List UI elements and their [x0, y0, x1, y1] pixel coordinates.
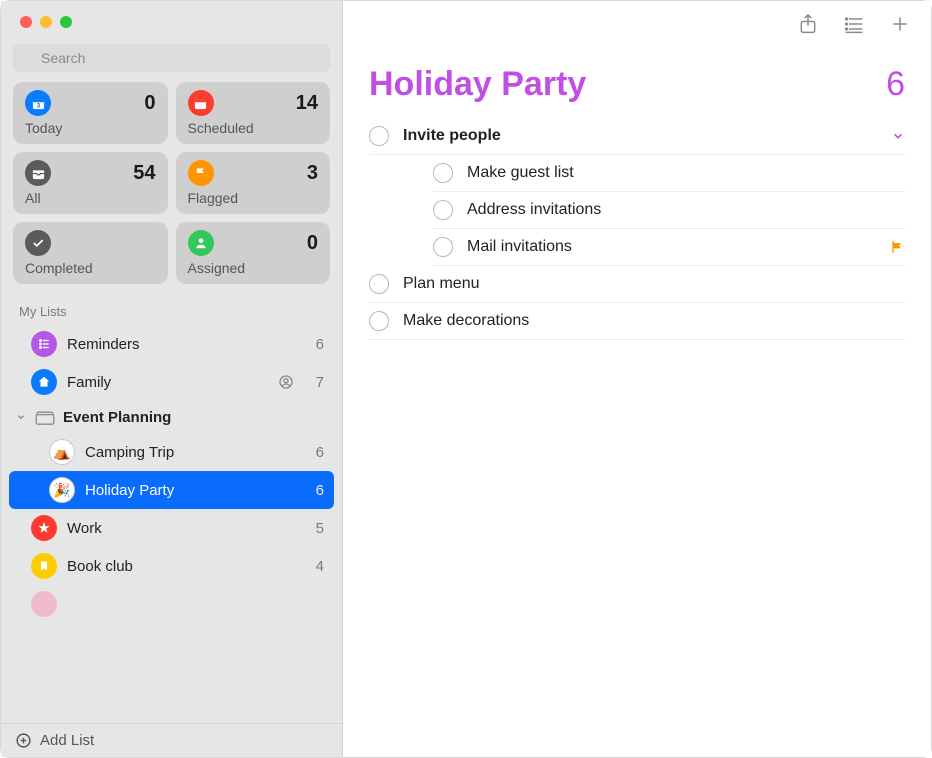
- sidebar: 3 0 Today 14 Scheduled: [1, 1, 343, 757]
- reminder-item[interactable]: Make decorations: [369, 303, 905, 340]
- completion-radio[interactable]: [433, 200, 453, 220]
- reminder-title: Plan menu: [403, 275, 905, 293]
- calendar-icon: [188, 90, 214, 116]
- reminder-subitem[interactable]: Mail invitations: [433, 229, 905, 266]
- smart-count: 3: [307, 162, 318, 185]
- list-count: 6: [308, 482, 324, 499]
- smart-count: 54: [133, 162, 155, 185]
- tent-emoji-icon: ⛺: [49, 439, 75, 465]
- reminder-title: Address invitations: [467, 201, 905, 219]
- completion-radio[interactable]: [433, 237, 453, 257]
- reminder-subitem[interactable]: Address invitations: [433, 192, 905, 229]
- reminder-title: Invite people: [403, 127, 877, 145]
- house-icon: [31, 369, 57, 395]
- completion-radio[interactable]: [369, 274, 389, 294]
- list-icon: [31, 591, 57, 617]
- flag-icon: [889, 239, 905, 255]
- person-icon: [188, 230, 214, 256]
- add-list-label: Add List: [40, 732, 94, 749]
- minimize-window-button[interactable]: [40, 16, 52, 28]
- list-book-club[interactable]: Book club 4: [9, 547, 334, 585]
- bookmark-icon: [31, 553, 57, 579]
- smart-list-today[interactable]: 3 0 Today: [13, 82, 168, 144]
- list-count: 4: [308, 558, 324, 575]
- smart-label: Today: [25, 120, 156, 136]
- smart-list-scheduled[interactable]: 14 Scheduled: [176, 82, 331, 144]
- list-count: 6: [308, 444, 324, 461]
- smart-label: Scheduled: [188, 120, 319, 136]
- list-count: 7: [308, 374, 324, 391]
- list-count: 6: [308, 336, 324, 353]
- smart-label: Completed: [25, 260, 156, 276]
- reminder-item[interactable]: Invite people: [369, 118, 905, 155]
- list-bullet-icon: [31, 331, 57, 357]
- chevron-down-icon[interactable]: [891, 129, 905, 143]
- party-emoji-icon: 🎉: [49, 477, 75, 503]
- smart-list-all[interactable]: 54 All: [13, 152, 168, 214]
- completion-radio[interactable]: [369, 311, 389, 331]
- share-button[interactable]: [797, 13, 819, 35]
- reminder-subitem[interactable]: Make guest list: [433, 155, 905, 192]
- checkmark-icon: [25, 230, 51, 256]
- star-icon: [31, 515, 57, 541]
- completion-radio[interactable]: [433, 163, 453, 183]
- smart-count: 14: [296, 92, 318, 115]
- smart-label: Flagged: [188, 190, 319, 206]
- list-holiday-party[interactable]: 🎉 Holiday Party 6: [9, 471, 334, 509]
- list-label: Reminders: [67, 336, 298, 353]
- shared-icon: [278, 374, 294, 390]
- smart-count: 0: [144, 92, 155, 115]
- list-label: Family: [67, 374, 268, 391]
- close-window-button[interactable]: [20, 16, 32, 28]
- chevron-down-icon: [15, 412, 27, 422]
- list-total-count: 6: [886, 65, 905, 104]
- smart-label: Assigned: [188, 260, 319, 276]
- list-reminders[interactable]: Reminders 6: [9, 325, 334, 363]
- list-camping-trip[interactable]: ⛺ Camping Trip 6: [9, 433, 334, 471]
- main-content: Holiday Party 6 Invite people Make guest…: [343, 1, 931, 757]
- tray-icon: [25, 160, 51, 186]
- list-work[interactable]: Work 5: [9, 509, 334, 547]
- list-family[interactable]: Family 7: [9, 363, 334, 401]
- reminder-title: Make decorations: [403, 312, 905, 330]
- add-list-button[interactable]: Add List: [1, 723, 342, 757]
- section-title-my-lists: My Lists: [1, 288, 342, 323]
- window-controls: [1, 1, 342, 38]
- list-label: Book club: [67, 558, 298, 575]
- add-reminder-button[interactable]: [889, 13, 911, 35]
- smart-label: All: [25, 190, 156, 206]
- list-label: Work: [67, 520, 298, 537]
- completion-radio[interactable]: [369, 126, 389, 146]
- smart-list-flagged[interactable]: 3 Flagged: [176, 152, 331, 214]
- reminder-item[interactable]: Plan menu: [369, 266, 905, 303]
- toolbar: [343, 1, 931, 43]
- reminder-title: Mail invitations: [467, 238, 875, 256]
- folder-icon: [33, 407, 57, 427]
- list-item[interactable]: [9, 585, 334, 623]
- smart-list-completed[interactable]: Completed: [13, 222, 168, 284]
- list-title: Holiday Party: [369, 65, 586, 104]
- view-options-button[interactable]: [843, 13, 865, 35]
- group-event-planning[interactable]: Event Planning: [9, 401, 334, 433]
- search-input[interactable]: [13, 44, 330, 72]
- svg-text:3: 3: [36, 102, 40, 109]
- reminder-title: Make guest list: [467, 164, 905, 182]
- calendar-today-icon: 3: [25, 90, 51, 116]
- smart-list-assigned[interactable]: 0 Assigned: [176, 222, 331, 284]
- list-count: 5: [308, 520, 324, 537]
- flag-icon: [188, 160, 214, 186]
- smart-count: 0: [307, 232, 318, 255]
- list-label: Holiday Party: [85, 482, 298, 499]
- plus-circle-icon: [15, 732, 32, 749]
- group-label: Event Planning: [63, 409, 171, 426]
- list-label: Camping Trip: [85, 444, 298, 461]
- fullscreen-window-button[interactable]: [60, 16, 72, 28]
